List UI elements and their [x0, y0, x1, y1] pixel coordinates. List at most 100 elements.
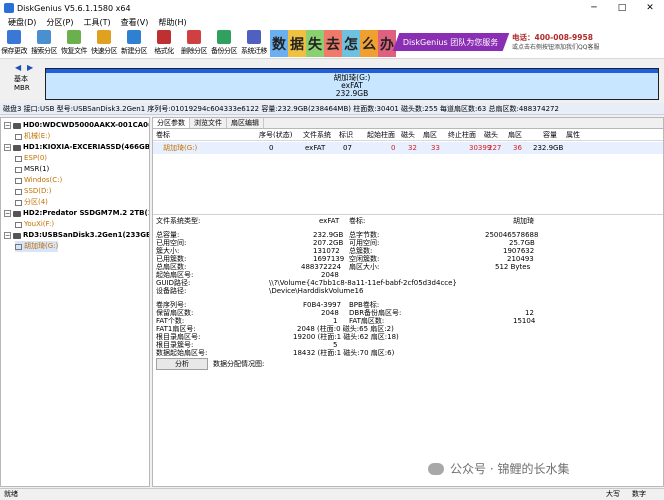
- recover-files-icon: [67, 30, 81, 44]
- disk-type-label: 基本 MBR: [14, 75, 30, 93]
- menu-tools[interactable]: 工具(T): [78, 17, 115, 28]
- tree-partition-c[interactable]: Windos(C:): [15, 175, 62, 186]
- prop-value: 488372224: [301, 263, 342, 271]
- disk-tree-panel: −HD0:WDCWD5000AAKX-001CA0(466 机械(E:) −HD…: [0, 117, 150, 487]
- banner-tile: 怎: [342, 30, 360, 57]
- collapse-icon[interactable]: −: [4, 122, 11, 129]
- tree-partition-g[interactable]: 胡加琦(G:): [15, 241, 59, 252]
- cell-volume-label: 胡加琦(G:): [163, 144, 198, 152]
- tree-partition-e[interactable]: 机械(E:): [15, 131, 50, 142]
- tree-disk-hd2[interactable]: −HD2:Predator SSDGM7M.2 2TB(1908G: [4, 208, 149, 219]
- column-header[interactable]: 磁头: [484, 130, 498, 141]
- disk-map: ◀ ▶ 基本 MBR 胡加琦(G:) exFAT 232.9GB: [0, 59, 664, 103]
- menu-view[interactable]: 查看(V): [116, 17, 154, 28]
- tree-partition-msr[interactable]: MSR(1): [15, 164, 49, 175]
- prop-value: 131072: [313, 247, 340, 255]
- prev-disk-icon[interactable]: ◀: [15, 63, 21, 72]
- prop-label: 总字节数:: [349, 231, 380, 239]
- partition-bar-size: 232.9GB: [335, 89, 369, 98]
- prop-label: 设备路径:: [156, 287, 187, 295]
- maximize-button[interactable]: □: [608, 0, 636, 16]
- banner-tile: 据: [288, 30, 306, 57]
- prop-value: 210493: [507, 255, 534, 263]
- prop-label: 卷标:: [349, 217, 366, 225]
- menu-bar: 硬盘(D) 分区(P) 工具(T) 查看(V) 帮助(H): [0, 16, 664, 28]
- format-button[interactable]: 格式化: [153, 29, 175, 58]
- partition-icon: [15, 188, 22, 195]
- menu-disk[interactable]: 硬盘(D): [3, 17, 41, 28]
- backup-partition-icon: [217, 30, 231, 44]
- recover-files-button[interactable]: 恢复文件: [61, 29, 88, 58]
- partition-details-panel: 分区参数 浏览文件 扇区编辑 卷标 序号(状态) 文件系统 标识 起始柱面 磁头…: [152, 117, 664, 487]
- prop-value: 1: [333, 317, 338, 325]
- tree-disk-hd0[interactable]: −HD0:WDCWD5000AAKX-001CA0(466: [4, 120, 149, 131]
- system-migration-button[interactable]: 系统迁移: [241, 29, 268, 58]
- prop-label: 可用空间:: [349, 239, 380, 247]
- table-header: 卷标 序号(状态) 文件系统 标识 起始柱面 磁头 扇区 终止柱面 磁头 扇区 …: [153, 130, 663, 141]
- column-header[interactable]: 属性: [566, 130, 580, 141]
- column-header[interactable]: 扇区: [508, 130, 522, 141]
- tree-partition-esp[interactable]: ESP(0): [15, 153, 47, 164]
- column-header[interactable]: 序号(状态): [259, 130, 292, 141]
- tab-browse-files[interactable]: 浏览文件: [190, 118, 227, 128]
- tree-partition-d[interactable]: SSD(D:): [15, 186, 52, 197]
- prop-label: 根目录簇号:: [156, 341, 194, 349]
- partition-icon: [15, 199, 22, 206]
- backup-partition-button[interactable]: 备份分区: [211, 29, 238, 58]
- next-disk-icon[interactable]: ▶: [27, 63, 33, 72]
- close-button[interactable]: ✕: [636, 0, 664, 16]
- delete-partition-button[interactable]: 删除分区: [181, 29, 208, 58]
- prop-label: FAT扇区数:: [349, 317, 385, 325]
- prop-value: 5: [333, 341, 338, 349]
- prop-label: 卷序列号:: [156, 301, 187, 309]
- tree-partition-f[interactable]: YouXi(F:): [15, 219, 54, 230]
- watermark-text: 公众号 · 锦鲤的长水集: [450, 462, 570, 476]
- search-partition-button[interactable]: 搜索分区: [31, 29, 58, 58]
- tree-disk-rd3[interactable]: − RD3:USBSanDisk3.2Gen1(233GB): [4, 230, 149, 241]
- window-title: DiskGenius V5.6.1.1580 x64: [17, 3, 131, 13]
- disk-info-line: 磁盘3 接口:USB 型号:USBSanDisk3.2Gen1 序列号:0101…: [0, 103, 664, 115]
- quick-partition-button[interactable]: 快速分区: [91, 29, 118, 58]
- column-header[interactable]: 容量: [543, 130, 557, 141]
- format-icon: [157, 30, 171, 44]
- collapse-icon[interactable]: −: [4, 210, 11, 217]
- column-header[interactable]: 文件系统: [303, 130, 331, 141]
- data-distribution-label: 数据分配情况图:: [213, 360, 265, 368]
- prop-value: 232.9GB: [313, 231, 344, 239]
- column-header[interactable]: 卷标: [156, 130, 170, 141]
- menu-partition[interactable]: 分区(P): [41, 17, 78, 28]
- tree-disk-hd1[interactable]: − HD1:KIOXIA-EXCERIASSD(466GB): [4, 142, 149, 153]
- partition-icon: [15, 243, 22, 250]
- table-row[interactable]: 胡加琦(G:) 0 exFAT 07 0 32 33 30399 227 36 …: [153, 142, 663, 154]
- prop-value: \\?\Volume{4c7bb1c8-8a11-11ef-babf-2cf05…: [269, 279, 457, 287]
- banner-tile: 数: [270, 30, 288, 57]
- cell-start-sector: 33: [431, 144, 440, 152]
- hard-disk-icon: [13, 144, 21, 151]
- collapse-icon[interactable]: −: [4, 232, 11, 239]
- tab-partition-params[interactable]: 分区参数: [153, 118, 190, 128]
- menu-help[interactable]: 帮助(H): [153, 17, 191, 28]
- prop-label: GUID路径:: [156, 279, 191, 287]
- column-header[interactable]: 起始柱面: [367, 130, 395, 141]
- search-partition-icon: [37, 30, 51, 44]
- column-header[interactable]: 终止柱面: [448, 130, 476, 141]
- analyze-button[interactable]: 分析: [156, 358, 208, 370]
- tab-sector-editor[interactable]: 扇区编辑: [227, 118, 264, 128]
- ad-banner[interactable]: 数 据 失 去 怎 么 办 DiskGenius 团队为您服务 电话：400-0…: [270, 28, 664, 59]
- save-button[interactable]: 保存更改: [1, 29, 28, 58]
- new-partition-button[interactable]: 新建分区: [121, 29, 148, 58]
- prop-label: 数据起始扇区号:: [156, 349, 208, 357]
- cell-end-sector: 36: [513, 144, 522, 152]
- minimize-button[interactable]: ─: [580, 0, 608, 16]
- column-header[interactable]: 标识: [339, 130, 353, 141]
- prop-label: 已用空间:: [156, 239, 187, 247]
- tree-partition-4[interactable]: 分区(4): [15, 197, 48, 208]
- promo-text: DiskGenius 团队为您服务: [403, 37, 499, 47]
- column-header[interactable]: 扇区: [423, 130, 437, 141]
- prop-value: 1907632: [503, 247, 535, 255]
- column-header[interactable]: 磁头: [401, 130, 415, 141]
- caps-lock-indicator: 大写: [606, 490, 620, 498]
- partition-bar[interactable]: 胡加琦(G:) exFAT 232.9GB: [45, 68, 659, 100]
- collapse-icon[interactable]: −: [4, 144, 11, 151]
- banner-tile: 么: [360, 30, 378, 57]
